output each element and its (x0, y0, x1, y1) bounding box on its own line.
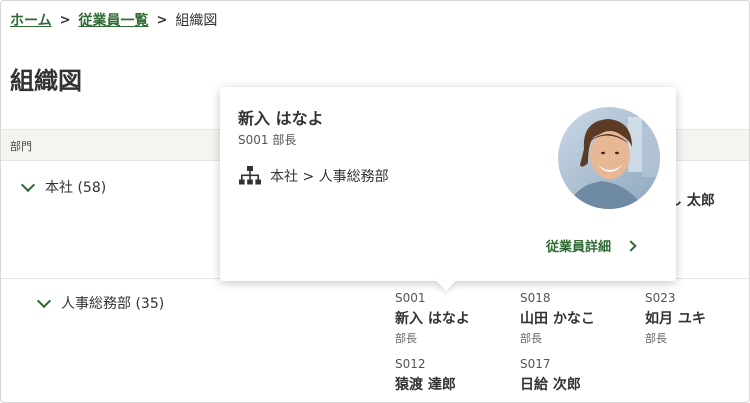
breadcrumb-employee-list-link[interactable]: 従業員一覧 (79, 10, 149, 30)
page-title: 組織図 (10, 67, 82, 95)
employee-detail-label: 従業員詳細 (546, 240, 612, 255)
employee-card[interactable]: S001 新入 はなよ 部長 (395, 291, 515, 346)
popover-employee-meta: S001 部長 (238, 133, 297, 147)
employee-name: 如月 ユキ (645, 311, 706, 327)
department-label: 人事総務部 (35) (61, 296, 165, 312)
popover-employee-name: 新入 はなよ (238, 109, 324, 128)
employee-photo (558, 107, 660, 209)
department-toggle-jinji[interactable]: 人事総務部 (35) (36, 293, 165, 313)
breadcrumb-separator: > (59, 12, 71, 28)
employee-role: 部長 (520, 332, 542, 345)
employee-name: 新入 はなよ (395, 311, 470, 327)
app-frame: ホーム > 従業員一覧 > 組織図 組織図 部門 本社 (58) し 太郎 人事… (0, 0, 750, 403)
chevron-down-icon (20, 177, 36, 192)
employee-popover: 新入 はなよ S001 部長 本社 > 人事総務部 従業員詳細 (220, 87, 676, 291)
chevron-down-icon (36, 293, 52, 308)
breadcrumb-home-link[interactable]: ホーム (10, 10, 52, 30)
employee-role: 部長 (395, 332, 417, 345)
department-toggle-honsha[interactable]: 本社 (58) (20, 177, 107, 197)
breadcrumb-separator: > (156, 12, 168, 28)
employee-code: S018 (520, 291, 551, 305)
org-chart-icon (239, 166, 261, 185)
employee-role: 部長 (645, 332, 667, 345)
employee-code: S012 (395, 357, 426, 371)
popover-org-path: 本社 > 人事総務部 (238, 165, 389, 187)
breadcrumb-current: 組織図 (175, 13, 218, 29)
org-path-text: 本社 > 人事総務部 (270, 169, 389, 185)
employee-code: S023 (645, 291, 676, 305)
popover-arrow (436, 271, 456, 291)
employee-card[interactable]: S023 如月 ユキ 部長 (645, 291, 749, 346)
employee-card[interactable]: S012 猿渡 達郎 (395, 357, 515, 394)
department-label: 本社 (58) (45, 180, 107, 196)
department-header-label: 部門 (10, 140, 32, 153)
employee-card[interactable]: S017 日給 次郎 (520, 357, 640, 394)
employee-name: 猿渡 達郎 (395, 377, 456, 393)
breadcrumb: ホーム > 従業員一覧 > 組織図 (10, 10, 217, 30)
employee-name: 日給 次郎 (520, 377, 581, 393)
employee-code: S017 (520, 357, 551, 371)
chevron-right-icon (625, 239, 637, 252)
employee-name: 山田 かなこ (520, 311, 595, 327)
employee-card[interactable]: S018 山田 かなこ 部長 (520, 291, 640, 346)
employee-detail-link[interactable]: 従業員詳細 (546, 236, 637, 255)
employee-code: S001 (395, 291, 426, 305)
